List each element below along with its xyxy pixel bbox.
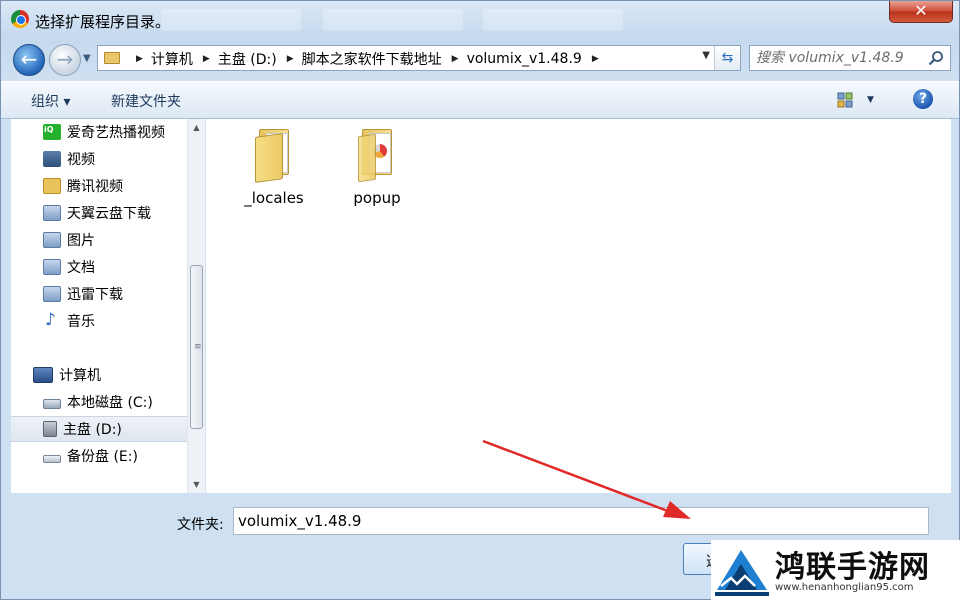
watermark-title: 鸿联手游网 [775, 550, 930, 585]
watermark-logo-icon [715, 550, 769, 596]
site-watermark: 鸿联手游网 www.henanhonglian95.com [711, 540, 960, 600]
annotation-arrow [482, 439, 691, 519]
folder-picker-dialog: 选择扩展程序目录。 ✕ ← → ▼ ▶ 计算机 ▶ 主盘 (D:) ▶ 脚本之家… [0, 0, 960, 600]
watermark-url: www.henanhonglian95.com [775, 582, 914, 593]
